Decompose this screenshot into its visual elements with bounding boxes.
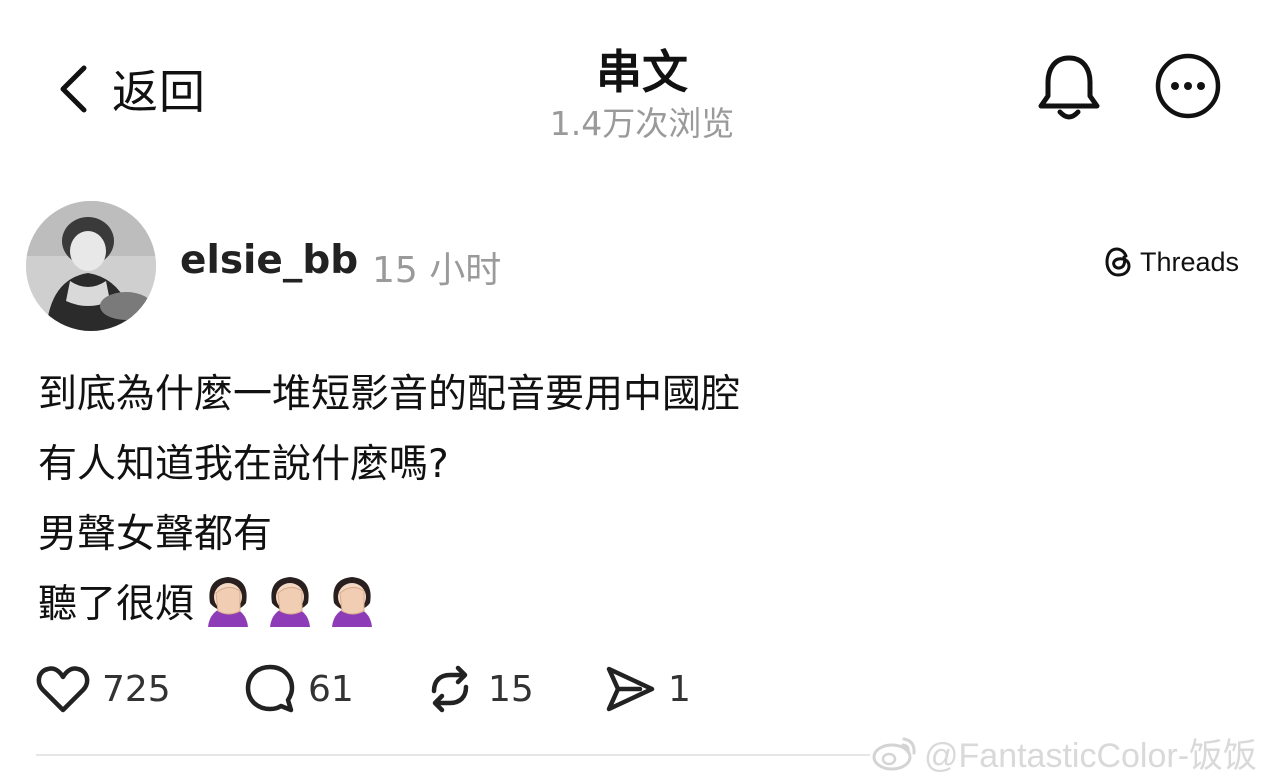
bell-icon bbox=[1038, 55, 1100, 120]
view-count: 1.4万次浏览 bbox=[549, 104, 735, 143]
post-line: 聽了很煩 bbox=[38, 582, 195, 627]
facepalm-emoji-icon bbox=[332, 577, 373, 627]
repost-icon bbox=[431, 665, 469, 713]
weibo-logo-icon bbox=[872, 737, 916, 770]
post-time: 15 小时 bbox=[372, 250, 502, 291]
threads-logo-icon bbox=[1105, 247, 1131, 277]
chevron-left-icon bbox=[60, 65, 87, 113]
post-line: 有人知道我在說什麼嗎? bbox=[38, 442, 449, 487]
share-count: 1 bbox=[668, 668, 691, 710]
post-body: 到底為什麼一堆短影音的配音要用中國腔 有人知道我在說什麼嗎? 男聲女聲都有 聽了… bbox=[38, 360, 740, 640]
like-count: 725 bbox=[102, 668, 171, 710]
post-line: 男聲女聲都有 bbox=[38, 512, 273, 557]
send-icon bbox=[606, 666, 655, 712]
notification-button[interactable] bbox=[1036, 52, 1102, 124]
share-button[interactable]: 1 bbox=[604, 662, 691, 716]
back-label: 返回 bbox=[112, 65, 206, 119]
repost-button[interactable]: 15 bbox=[424, 662, 534, 716]
like-button[interactable]: 725 bbox=[36, 662, 171, 716]
page-title: 串文 bbox=[596, 45, 688, 99]
avatar-image bbox=[26, 201, 156, 331]
post-line: 到底為什麼一堆短影音的配音要用中國腔 bbox=[38, 372, 741, 417]
comment-button[interactable]: 61 bbox=[244, 662, 354, 716]
heart-icon bbox=[36, 666, 90, 713]
facepalm-emoji-icon bbox=[270, 577, 311, 627]
threads-link[interactable]: Threads bbox=[1104, 246, 1239, 278]
more-options-button[interactable] bbox=[1155, 53, 1221, 119]
author-username[interactable]: elsie_bb bbox=[180, 238, 358, 283]
divider bbox=[36, 754, 870, 756]
facepalm-emoji-icon bbox=[208, 577, 249, 627]
comment-icon bbox=[245, 664, 295, 713]
watermark-text: @FantasticColor-饭饭 bbox=[924, 737, 1258, 775]
threads-label: Threads bbox=[1140, 246, 1240, 277]
more-icon bbox=[1155, 53, 1221, 119]
back-button[interactable]: 返回 bbox=[56, 58, 206, 120]
repost-count: 15 bbox=[488, 668, 534, 710]
comment-count: 61 bbox=[308, 668, 354, 710]
avatar[interactable] bbox=[26, 201, 156, 331]
post-line-with-emoji: 聽了很煩 bbox=[38, 570, 740, 640]
watermark: @FantasticColor-饭饭 bbox=[872, 728, 1257, 777]
